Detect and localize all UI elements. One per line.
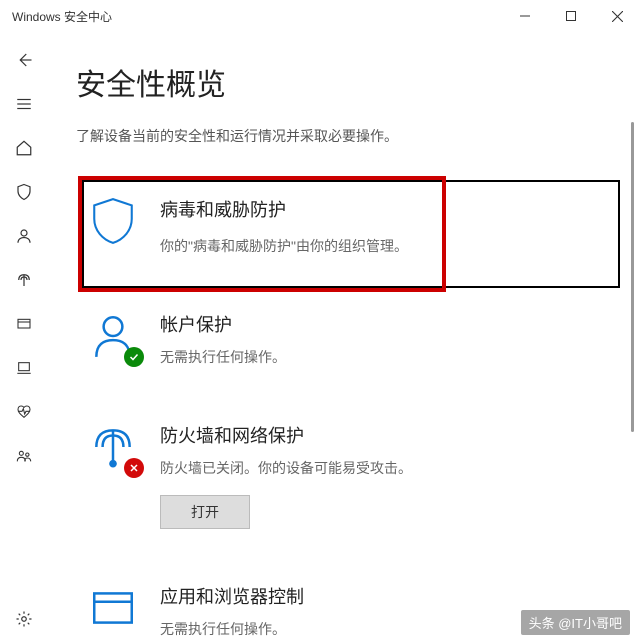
watermark: 头条 @IT小哥吧 bbox=[521, 610, 630, 635]
maximize-button[interactable] bbox=[548, 0, 594, 32]
nav-settings[interactable] bbox=[4, 599, 44, 639]
card-virus-wrap: 病毒和威胁防护 你的"病毒和威胁防护"由你的组织管理。 bbox=[76, 180, 636, 269]
account-icon bbox=[86, 309, 140, 363]
content-area: 安全性概览 了解设备当前的安全性和运行情况并采取必要操作。 病毒和威胁防护 你的… bbox=[48, 32, 640, 641]
app-browser-icon bbox=[86, 581, 140, 635]
firewall-icon bbox=[86, 420, 140, 474]
card-account-title: 帐户保护 bbox=[160, 311, 286, 337]
nav-app-browser[interactable] bbox=[4, 304, 44, 344]
error-badge-icon bbox=[124, 458, 144, 478]
nav-virus[interactable] bbox=[4, 172, 44, 212]
page-subtitle: 了解设备当前的安全性和运行情况并采取必要操作。 bbox=[76, 126, 636, 146]
card-account-desc: 无需执行任何操作。 bbox=[160, 347, 286, 368]
card-virus[interactable]: 病毒和威胁防护 你的"病毒和威胁防护"由你的组织管理。 bbox=[76, 180, 636, 269]
nav-firewall[interactable] bbox=[4, 260, 44, 300]
nav-device-security[interactable] bbox=[4, 348, 44, 388]
card-account-wrap: 帐户保护 无需执行任何操作。 bbox=[76, 295, 636, 380]
back-button[interactable] bbox=[4, 40, 44, 80]
card-firewall[interactable]: 防火墙和网络保护 防火墙已关闭。你的设备可能易受攻击。 打开 bbox=[76, 406, 636, 541]
card-virus-desc: 你的"病毒和威胁防护"由你的组织管理。 bbox=[160, 236, 408, 257]
card-firewall-wrap: 防火墙和网络保护 防火墙已关闭。你的设备可能易受攻击。 打开 bbox=[76, 406, 636, 541]
window-title: Windows 安全中心 bbox=[12, 8, 112, 25]
window-controls bbox=[502, 0, 640, 32]
side-nav bbox=[0, 32, 48, 641]
firewall-enable-button[interactable]: 打开 bbox=[160, 495, 250, 529]
close-button[interactable] bbox=[594, 0, 640, 32]
menu-button[interactable] bbox=[4, 84, 44, 124]
card-app-desc: 无需执行任何操作。 bbox=[160, 619, 304, 640]
nav-family[interactable] bbox=[4, 436, 44, 476]
nav-account[interactable] bbox=[4, 216, 44, 256]
scrollbar[interactable] bbox=[631, 122, 634, 432]
nav-device-health[interactable] bbox=[4, 392, 44, 432]
nav-home[interactable] bbox=[4, 128, 44, 168]
shield-icon bbox=[86, 194, 140, 248]
card-virus-title: 病毒和威胁防护 bbox=[160, 196, 408, 222]
card-firewall-desc: 防火墙已关闭。你的设备可能易受攻击。 bbox=[160, 458, 412, 479]
card-app-title: 应用和浏览器控制 bbox=[160, 583, 304, 609]
minimize-button[interactable] bbox=[502, 0, 548, 32]
titlebar: Windows 安全中心 bbox=[0, 0, 640, 32]
card-firewall-title: 防火墙和网络保护 bbox=[160, 422, 412, 448]
check-badge-icon bbox=[124, 347, 144, 367]
page-title: 安全性概览 bbox=[76, 60, 636, 104]
card-account[interactable]: 帐户保护 无需执行任何操作。 bbox=[76, 295, 636, 380]
